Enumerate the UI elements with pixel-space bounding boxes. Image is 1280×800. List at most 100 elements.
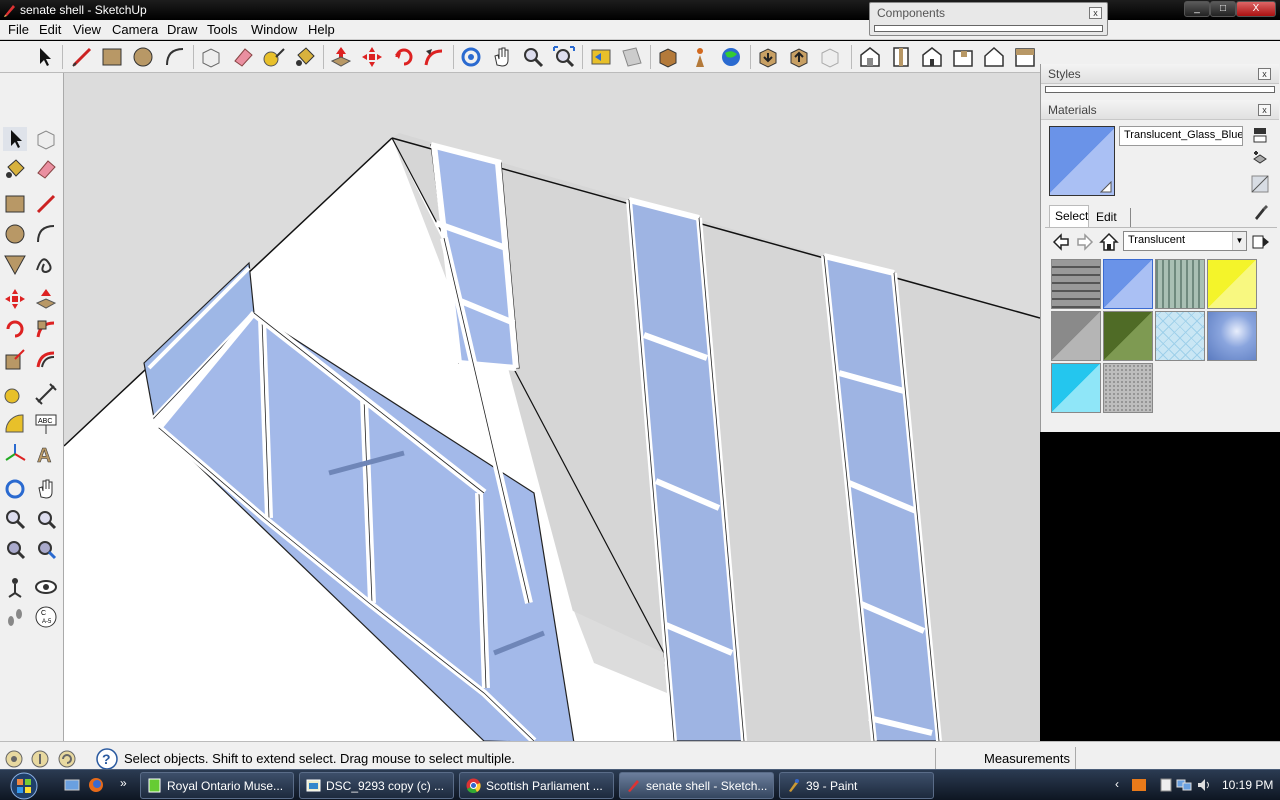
follow-me-icon[interactable] — [422, 45, 446, 69]
credits-icon[interactable] — [31, 750, 49, 768]
model-viewport[interactable] — [64, 73, 1040, 741]
tray-clipboard-icon[interactable] — [1158, 777, 1174, 793]
google-earth-icon[interactable] — [719, 45, 743, 69]
axes-tool-icon[interactable] — [3, 442, 27, 466]
help-icon[interactable]: ? — [96, 748, 118, 770]
components-collapsed-bar[interactable] — [874, 25, 1103, 32]
material-swatch[interactable] — [1103, 259, 1153, 309]
material-swatch[interactable] — [1207, 311, 1257, 361]
show-desktop-icon[interactable] — [64, 777, 80, 793]
back-arrow-icon[interactable] — [1051, 232, 1071, 252]
front-view-icon[interactable] — [920, 45, 944, 69]
circle-tool-icon[interactable] — [131, 45, 155, 69]
make-component-icon[interactable] — [34, 127, 58, 151]
arc-tool-icon[interactable] — [163, 45, 187, 69]
zoom-tool-icon[interactable] — [521, 45, 545, 69]
look-around-icon[interactable] — [34, 575, 58, 599]
material-swatch[interactable] — [1207, 259, 1257, 309]
menu-file[interactable]: File — [8, 22, 29, 37]
components-close-button[interactable]: x — [1089, 7, 1102, 19]
styles-collapsed-bar[interactable] — [1045, 86, 1275, 93]
material-swatch[interactable] — [1051, 363, 1101, 413]
maximize-button[interactable]: □ — [1210, 1, 1236, 17]
styles-close-button[interactable]: x — [1258, 68, 1271, 80]
iso-view-icon[interactable] — [858, 45, 882, 69]
push-pull-icon[interactable] — [329, 45, 353, 69]
taskbar-item-senate-shell[interactable]: senate shell - Sketch... — [619, 772, 774, 799]
material-swatch[interactable] — [1155, 311, 1205, 361]
paint-bucket-icon[interactable] — [293, 45, 317, 69]
menu-draw[interactable]: Draw — [167, 22, 197, 37]
in-model-home-icon[interactable] — [1099, 232, 1119, 252]
position-camera-icon[interactable] — [3, 575, 27, 599]
menu-view[interactable]: View — [73, 22, 101, 37]
measurements-input[interactable] — [1075, 747, 1275, 769]
tape-measure-icon[interactable] — [262, 45, 286, 69]
menu-tools[interactable]: Tools — [207, 22, 237, 37]
model-geometry[interactable] — [64, 73, 1040, 741]
3d-text-tool-icon[interactable]: A — [34, 442, 58, 466]
make-component-icon[interactable] — [199, 45, 223, 69]
eraser-tool-icon[interactable] — [34, 157, 58, 181]
zoom-window-icon[interactable] — [34, 507, 58, 531]
geo-location-icon[interactable] — [5, 750, 23, 768]
tape-measure-icon[interactable] — [3, 382, 27, 406]
materials-panel-header[interactable]: Materials x — [1041, 100, 1279, 120]
arc-tool-icon[interactable] — [34, 222, 58, 246]
network-icon[interactable] — [1176, 777, 1192, 793]
follow-me-icon[interactable] — [34, 317, 58, 341]
firefox-icon[interactable] — [88, 777, 104, 793]
material-swatch[interactable] — [1103, 311, 1153, 361]
details-arrow-icon[interactable] — [1251, 232, 1271, 252]
sample-paint-icon[interactable] — [1251, 204, 1269, 222]
tray-app-icon[interactable] — [1131, 777, 1147, 793]
material-swatch[interactable] — [1051, 311, 1101, 361]
get-component-icon[interactable] — [756, 45, 780, 69]
section-plane-icon[interactable]: C A-5 — [34, 605, 58, 629]
select-tool-icon[interactable] — [32, 45, 56, 69]
section-plane-icon[interactable] — [620, 45, 644, 69]
protractor-icon[interactable] — [3, 412, 27, 436]
styles-panel-header[interactable]: Styles x — [1041, 64, 1279, 84]
menu-camera[interactable]: Camera — [112, 22, 158, 37]
circle-tool-icon[interactable] — [3, 222, 27, 246]
collection-dropdown[interactable]: Translucent ▼ — [1123, 231, 1247, 251]
walk-tool-icon[interactable] — [3, 605, 27, 629]
material-name-field[interactable]: Translucent_Glass_Blue — [1119, 126, 1243, 146]
display-secondary-pane-icon[interactable] — [1251, 126, 1269, 144]
orbit-tool-icon[interactable] — [459, 45, 483, 69]
material-swatch[interactable] — [1103, 363, 1153, 413]
zoom-tool-icon[interactable] — [3, 507, 27, 531]
scale-tool-icon[interactable] — [3, 347, 27, 371]
pan-tool-icon[interactable] — [490, 45, 514, 69]
start-button-icon[interactable] — [2, 771, 46, 800]
quick-launch-overflow-icon[interactable]: » — [120, 776, 127, 790]
material-swatch[interactable] — [1155, 259, 1205, 309]
user-icon[interactable] — [58, 750, 76, 768]
minimize-button[interactable]: _ — [1184, 1, 1210, 17]
previous-view-icon[interactable] — [589, 45, 613, 69]
left-view-icon[interactable] — [1013, 45, 1037, 69]
offset-tool-icon[interactable] — [34, 347, 58, 371]
close-button[interactable]: X — [1236, 1, 1276, 17]
materials-close-button[interactable]: x — [1258, 104, 1271, 116]
tray-expand-icon[interactable]: ‹ — [1115, 777, 1119, 791]
components-panel[interactable]: Components x — [869, 2, 1108, 36]
create-material-icon[interactable] — [1251, 150, 1269, 168]
menu-edit[interactable]: Edit — [39, 22, 61, 37]
disabled-component-icon[interactable] — [818, 45, 842, 69]
dimension-tool-icon[interactable] — [34, 382, 58, 406]
move-tool-icon[interactable] — [360, 45, 384, 69]
forward-arrow-icon[interactable] — [1075, 232, 1095, 252]
top-view-icon[interactable] — [889, 45, 913, 69]
text-tool-icon[interactable]: ABC — [34, 412, 58, 436]
taskbar-item-paint[interactable]: 39 - Paint — [779, 772, 934, 799]
right-view-icon[interactable] — [951, 45, 975, 69]
rectangle-tool-icon[interactable] — [3, 192, 27, 216]
paint-bucket-icon[interactable] — [3, 157, 27, 181]
rectangle-tool-icon[interactable] — [100, 45, 124, 69]
rotate-tool-icon[interactable] — [392, 45, 416, 69]
move-tool-icon[interactable] — [3, 287, 27, 311]
line-tool-icon[interactable] — [34, 192, 58, 216]
zoom-extents-icon[interactable] — [552, 45, 576, 69]
